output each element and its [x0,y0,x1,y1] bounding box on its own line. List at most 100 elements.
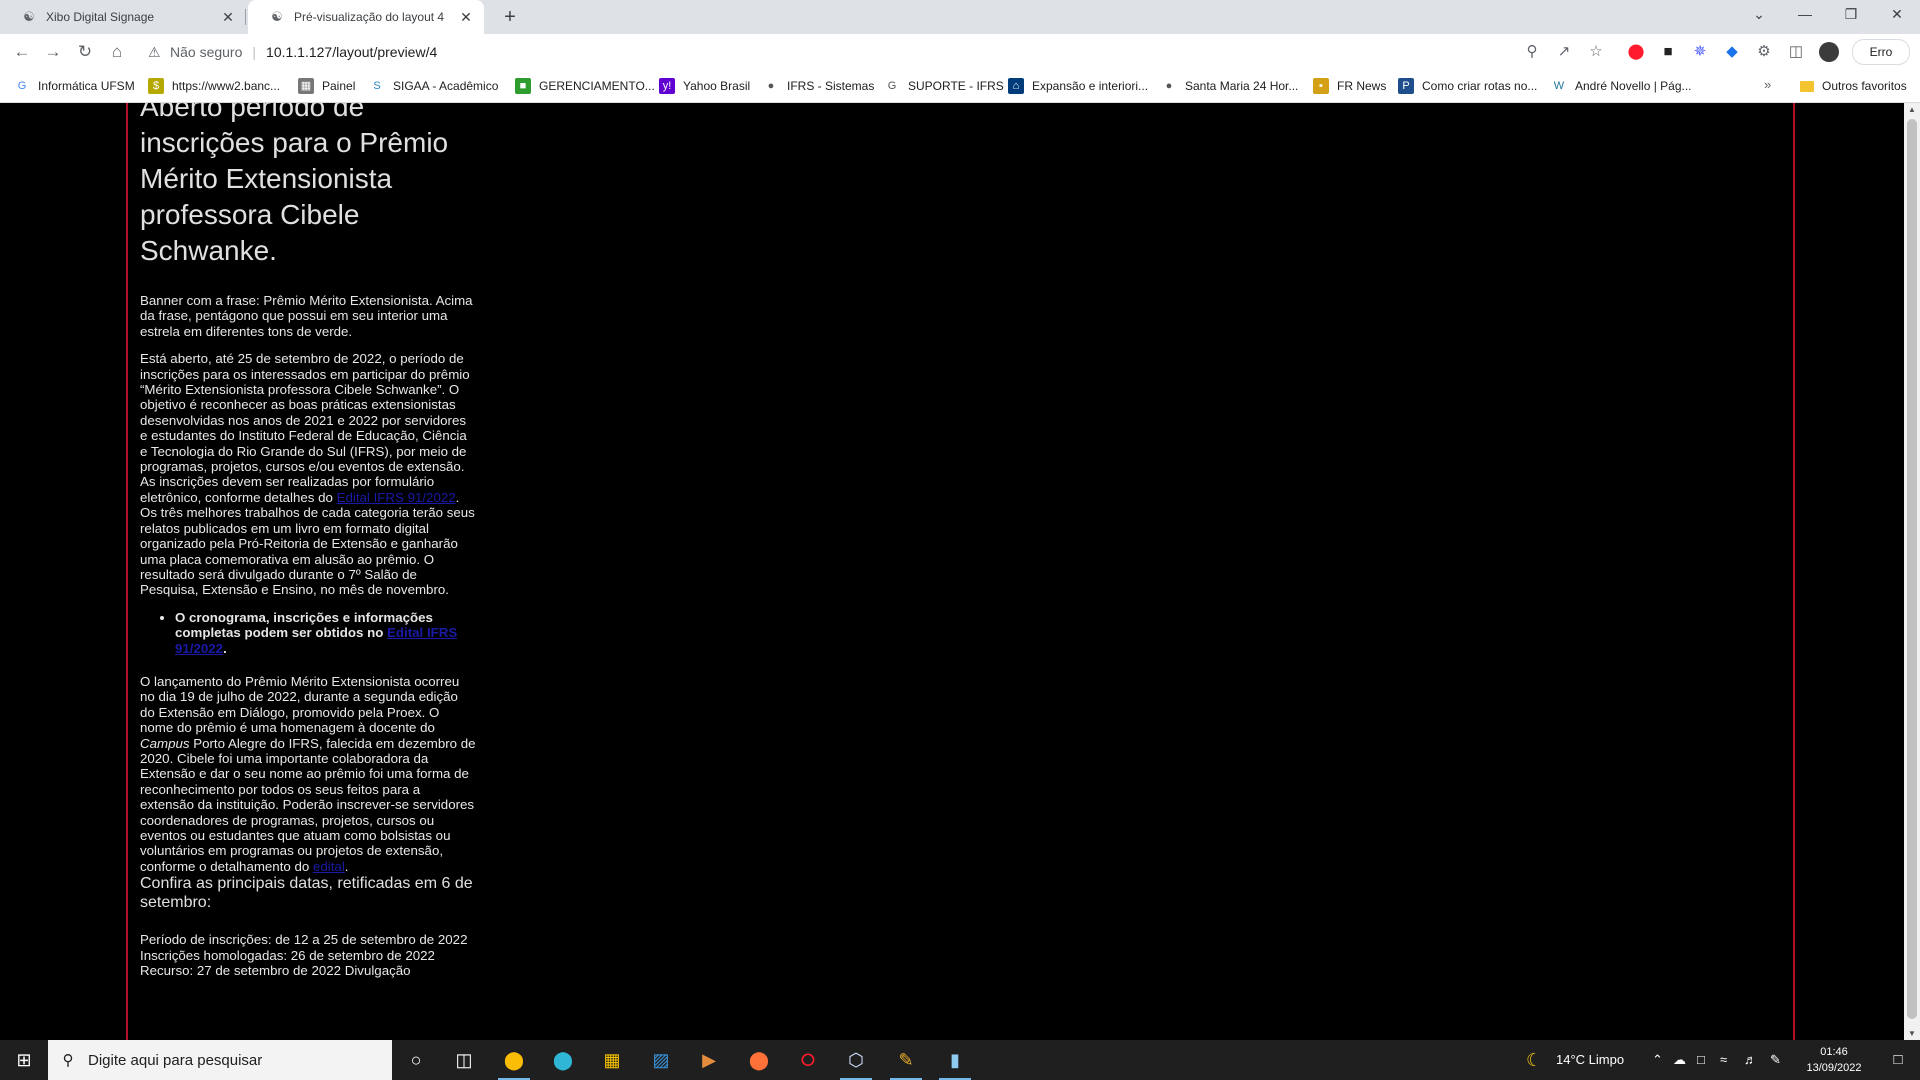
notification-center-icon[interactable]: □ [1876,1040,1920,1080]
cortana-icon[interactable]: ○ [392,1040,440,1080]
system-clock[interactable]: 01:46 13/09/2022 [1796,1044,1872,1076]
bookmark-santa-maria[interactable]: ● Santa Maria 24 Hor... [1161,76,1299,96]
moon-weather-icon[interactable]: ☾ [1526,1040,1542,1080]
globe-icon: ● [767,80,775,92]
bookmark-label: Expansão e interiori... [1032,79,1149,93]
globe-icon: ● [1165,80,1173,92]
yahoo-icon: y! [659,78,675,94]
bookmark-label: SIGAA - Acadêmico [393,79,499,93]
onedrive-icon[interactable]: ☁ [1673,1040,1686,1080]
opera-extension-icon[interactable]: ⬤ [1625,42,1647,62]
bookmark-yahoo-brasil[interactable]: y! Yahoo Brasil [659,76,750,96]
bookmark-label: Painel [322,79,356,93]
edge-icon[interactable]: ⬤ [539,1040,587,1080]
address-bar[interactable]: ⚠ Não seguro | 10.1.1.127/layout/preview… [140,37,1406,67]
bookmark-label: https://www2.banc... [172,79,281,93]
bookmark-www2-banc[interactable]: $ https://www2.banc... [148,76,280,96]
edital-link[interactable]: Edital IFRS 91/2022 [337,490,456,505]
bookmark-suporte-ifrs[interactable]: G SUPORTE - IFRS [884,76,1004,96]
other-bookmarks-folder[interactable]: Outros favoritos [1800,76,1907,96]
bookmark-painel[interactable]: ▦ Painel [298,76,355,96]
windows-taskbar: ⊞ ⚲ Digite aqui para pesquisar ○ ◫ ⬤ ⬤ ▦… [0,1040,1920,1080]
bookmarks-bar: G Informática UFSM $ https://www2.banc..… [0,70,1920,103]
url-text[interactable]: 10.1.1.127/layout/preview/4 [266,44,437,60]
bookmark-expansao[interactable]: ⌂ Expansão e interiori... [1008,76,1148,96]
bookmark-gerenciamento[interactable]: ■ GERENCIAMENTO... [515,76,655,96]
back-icon[interactable]: ← [10,40,34,64]
wordpress-icon: W [1553,80,1565,92]
bank-icon: $ [148,78,164,94]
close-tab-icon[interactable]: ✕ [220,9,236,26]
volume-icon[interactable]: ♬ [1744,1040,1757,1080]
extensions-puzzle-icon[interactable]: ⚙ [1753,42,1775,62]
lock-icon: ▪ [1313,78,1329,94]
error-button[interactable]: Erro [1852,39,1910,65]
sun-extension-icon[interactable]: ✵ [1689,42,1711,62]
clock-time: 01:46 [1820,1046,1848,1058]
weather-text[interactable]: 14°C Limpo [1556,1040,1624,1080]
store-icon[interactable]: ▨ [637,1040,685,1080]
taskbar-search-box[interactable]: ⚲ Digite aqui para pesquisar [48,1040,392,1080]
mask-extension-icon[interactable]: ■ [1657,42,1679,62]
article-paragraph-2: O lançamento do Prêmio Mérito Extensioni… [140,674,476,874]
bookmark-informatica-ufsm[interactable]: G Informática UFSM [14,76,135,96]
chrome-icon[interactable]: ⬤ [490,1040,538,1080]
close-window-button[interactable]: ✕ [1874,0,1920,30]
pen-icon[interactable]: ✎ [1770,1040,1781,1080]
show-hidden-icons-icon[interactable]: ⌃ [1652,1040,1663,1080]
shield-extension-icon[interactable]: ◆ [1721,42,1743,62]
page-scrollbar[interactable]: ▲ ▼ [1904,103,1920,1041]
task-view-icon[interactable]: ◫ [440,1040,488,1080]
bookmark-fr-news[interactable]: ▪ FR News [1313,76,1386,96]
file-explorer-icon[interactable]: ▦ [588,1040,636,1080]
reload-icon[interactable]: ↻ [73,40,97,64]
bookmark-star-icon[interactable]: ☆ [1585,42,1607,62]
forward-icon[interactable]: → [41,40,65,64]
divider: | [252,44,257,60]
bookmark-label: Santa Maria 24 Hor... [1185,79,1299,93]
article-title: Aberto período de inscrições para o Prêm… [140,103,449,266]
minimize-button[interactable]: — [1782,0,1828,30]
zoom-icon[interactable]: ⚲ [1521,42,1543,62]
security-status[interactable]: Não seguro [170,44,242,60]
scroll-up-icon[interactable]: ▲ [1904,103,1920,117]
bookmark-como-criar-rotas[interactable]: P Como criar rotas no... [1398,76,1537,96]
virtualbox-icon[interactable]: ⬡ [832,1040,880,1080]
network-icon[interactable]: ≈ [1720,1040,1727,1080]
profile-avatar[interactable] [1819,42,1839,62]
warning-icon[interactable]: ⚠ [148,44,164,61]
paragraph-text: . [344,858,349,874]
new-tab-button[interactable]: + [498,4,522,30]
dates-heading: Confira as principais datas, retificadas… [140,875,473,912]
tab-xibo-digital-signage[interactable]: ☯ Xibo Digital Signage ✕ [0,0,246,34]
meet-now-icon[interactable]: □ [1697,1040,1705,1080]
home-icon[interactable]: ⌂ [105,40,129,64]
tab-search-icon[interactable]: ⌄ [1736,0,1782,30]
media-player-icon[interactable]: ▶ [685,1040,733,1080]
side-panel-icon[interactable]: ◫ [1785,42,1807,62]
edital-link[interactable]: edital [313,859,345,874]
bookmark-andre-novello[interactable]: W André Novello | Pág... [1551,76,1692,96]
bookmark-label: GERENCIAMENTO... [539,79,655,93]
firefox-icon[interactable]: ⬤ [735,1040,783,1080]
scroll-down-icon[interactable]: ▼ [1904,1027,1920,1041]
ifrs-icon: ■ [515,78,531,94]
tab-layout-preview[interactable]: ☯ Pré-visualização do layout 4 ✕ [248,0,484,34]
more-bookmarks-icon[interactable]: » [1764,77,1771,92]
opera-icon[interactable]: ⭘ [784,1040,832,1080]
restore-button[interactable]: ❐ [1828,0,1874,30]
share-icon[interactable]: ↗ [1553,42,1575,62]
paint-icon[interactable]: ✎ [882,1040,930,1080]
clock-date: 13/09/2022 [1806,1062,1862,1074]
info-list: O cronograma, inscrições e informações c… [140,610,476,656]
notes-icon[interactable]: ▮ [931,1040,979,1080]
bookmark-label: SUPORTE - IFRS [908,79,1004,93]
bookmark-ifrs-sistemas[interactable]: ● IFRS - Sistemas [763,76,875,96]
bookmark-label: André Novello | Pág... [1575,79,1692,93]
news-article: Aberto período de inscrições para o Prêm… [140,103,476,990]
sigaa-icon: S [373,80,381,92]
close-tab-icon[interactable]: ✕ [458,9,474,26]
scrollbar-thumb[interactable] [1907,119,1917,1019]
bookmark-sigaa[interactable]: S SIGAA - Acadêmico [369,76,498,96]
windows-start-icon[interactable]: ⊞ [0,1040,48,1080]
